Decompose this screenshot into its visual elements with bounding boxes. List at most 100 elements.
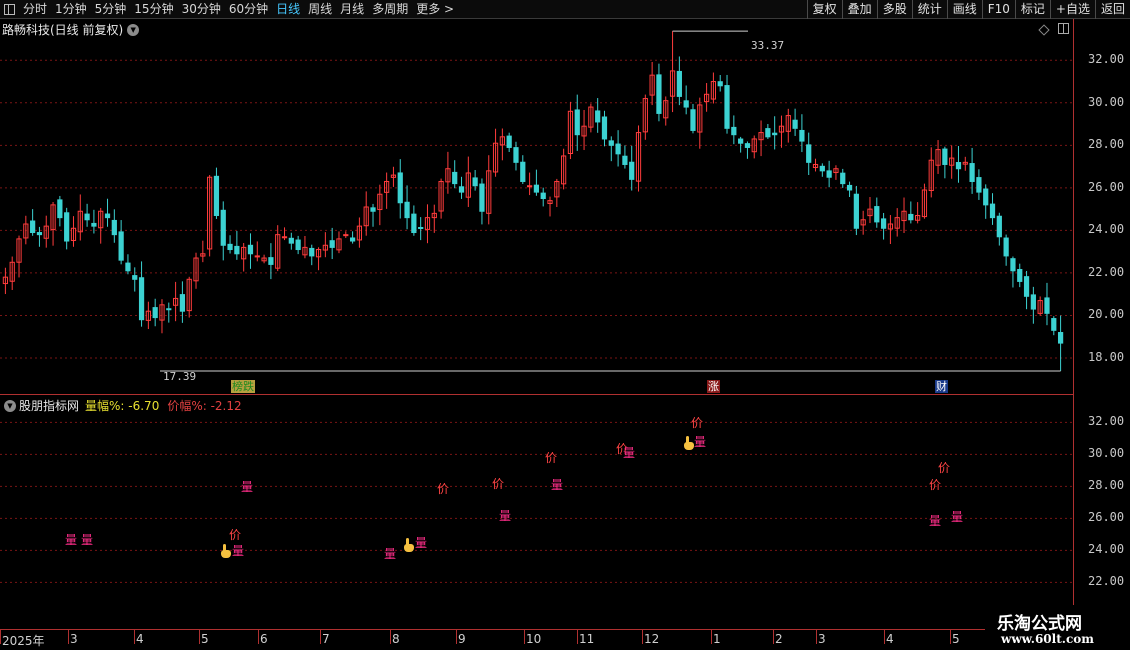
candle-body — [472, 177, 478, 187]
date-tick — [884, 630, 885, 644]
candle-body — [1003, 237, 1009, 257]
candle-body — [690, 109, 696, 131]
volume-change-value: 量幅%: -6.70 — [85, 399, 160, 413]
candle-body — [983, 188, 989, 206]
date-tick-label: 6 — [260, 632, 268, 646]
candle-body — [179, 294, 186, 312]
candle-body — [404, 201, 410, 219]
candle-body — [1051, 318, 1057, 331]
price-mark: 价 — [938, 460, 951, 475]
date-tick-label: 7 — [322, 632, 330, 646]
candle-body — [526, 185, 533, 188]
hand-pointer-icon — [403, 538, 415, 552]
date-tick-label: 5 — [201, 632, 209, 646]
date-tick-label: 4 — [136, 632, 144, 646]
candle-body — [799, 129, 805, 142]
date-tick-label: 9 — [458, 632, 466, 646]
candle-body — [458, 186, 465, 193]
candle-body — [1023, 276, 1030, 297]
candle-body — [506, 135, 512, 148]
date-tick-label: 10 — [526, 632, 542, 646]
candle-body — [996, 215, 1002, 238]
date-tick — [816, 630, 817, 644]
candle-body — [152, 307, 158, 319]
candle-body — [343, 234, 349, 237]
candle-body — [676, 70, 682, 97]
date-tick-label: 4 — [886, 632, 894, 646]
candle-body — [213, 175, 220, 217]
date-tick — [711, 630, 712, 644]
candle-body — [166, 308, 172, 311]
candle-body — [955, 162, 962, 170]
candle-body — [540, 192, 546, 199]
event-tag-up[interactable]: 涨 — [707, 380, 720, 393]
candle-body — [268, 257, 274, 265]
candle-body — [622, 155, 628, 165]
candle-body — [656, 74, 662, 114]
date-tick — [68, 630, 69, 644]
candle-body — [683, 100, 689, 108]
candle-body — [138, 277, 145, 321]
price-change-value: 价幅%: -2.12 — [167, 399, 242, 413]
date-tick-label: 5 — [952, 632, 960, 646]
candle-body — [329, 240, 335, 248]
candle-body — [874, 206, 880, 223]
watermark-url: www.60lt.com — [1001, 632, 1094, 646]
date-tick — [258, 630, 259, 644]
candle-body — [411, 213, 417, 234]
volume-mark: 量 — [81, 532, 94, 547]
candle-body — [84, 213, 90, 221]
candle-body — [513, 147, 519, 163]
candle-body — [30, 220, 36, 234]
watermark: 乐淘公式网 www.60lt.com — [985, 605, 1130, 650]
volume-mark: 量 — [951, 510, 964, 525]
candle-body — [1044, 297, 1050, 314]
event-tag-down[interactable]: 榜跌 — [231, 380, 255, 393]
date-tick — [199, 630, 200, 644]
date-tick — [0, 630, 1, 644]
candle-body — [724, 85, 730, 129]
candle-body — [118, 231, 124, 261]
candle-body — [840, 172, 846, 185]
candle-body — [976, 177, 982, 193]
candle-body — [520, 161, 526, 182]
date-tick-label: 11 — [579, 632, 595, 646]
date-tick — [773, 630, 774, 644]
chevron-down-icon[interactable]: ▼ — [4, 399, 16, 412]
candle-body — [370, 207, 376, 212]
candle-body — [989, 203, 996, 219]
volume-mark: 量 — [232, 544, 245, 558]
candle-body — [608, 140, 614, 146]
indicator-name: 股朋指标网 — [19, 399, 80, 413]
candle-body — [254, 255, 260, 258]
volume-mark: 量 — [415, 536, 428, 550]
candle-body — [819, 165, 825, 172]
volume-mark: 量 — [499, 508, 512, 523]
candle-body — [104, 213, 111, 219]
date-tick — [524, 630, 525, 644]
candle-body — [132, 275, 138, 280]
candle-body — [227, 243, 233, 251]
price-mark: 价 — [229, 528, 242, 542]
low-price-label: 17.39 — [163, 370, 197, 383]
candle-body — [57, 199, 63, 219]
candle-body — [601, 116, 608, 140]
event-tag-finance[interactable]: 财 — [935, 380, 948, 393]
candle-body — [309, 247, 315, 257]
date-tick-label: 12 — [644, 632, 660, 646]
candle-body — [533, 184, 540, 193]
hand-pointer-icon — [683, 436, 695, 450]
candle-body — [908, 213, 914, 221]
high-price-label: 33.37 — [751, 39, 785, 52]
candle-body — [738, 138, 744, 144]
price-mark: 价 — [545, 451, 558, 466]
candle-body — [1057, 332, 1064, 344]
price-mark: 价 — [929, 478, 942, 493]
candle-body — [91, 222, 97, 227]
candle-body — [574, 109, 580, 136]
candle-body — [479, 183, 485, 212]
date-tick-label: 8 — [392, 632, 400, 646]
candle-body — [629, 161, 635, 180]
candle-body — [744, 143, 751, 148]
candle-body — [234, 245, 240, 255]
